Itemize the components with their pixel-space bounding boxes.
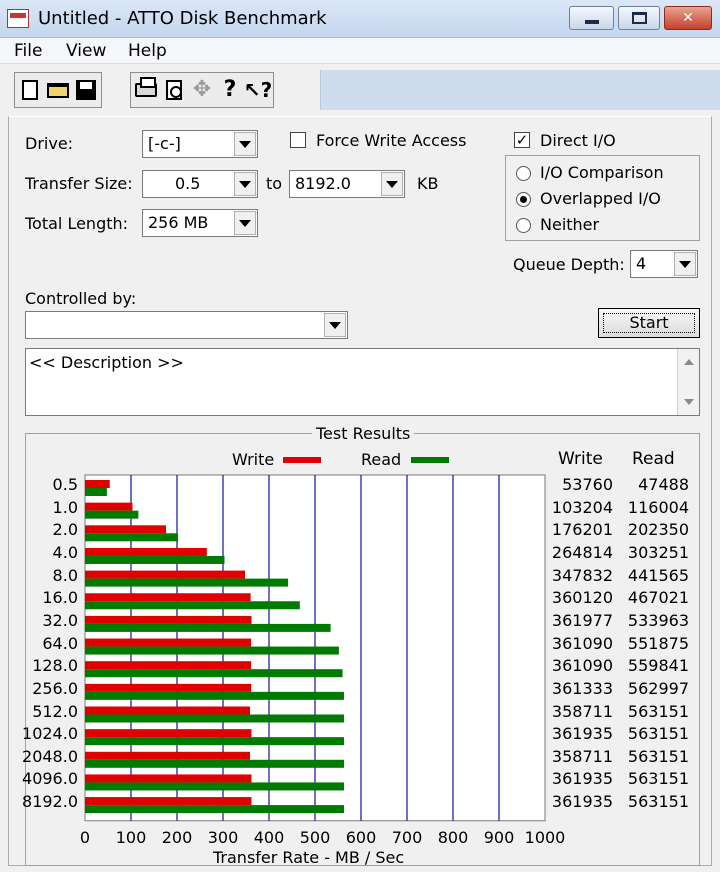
write-bar (85, 593, 251, 602)
transfer-size-label: 1.0 (52, 497, 78, 517)
read-value: 562997 (627, 678, 689, 698)
read-bar (85, 488, 107, 496)
x-tick-label: 0 (79, 828, 91, 847)
app-window: Untitled - ATTO Disk Benchmark ✕ File Vi… (0, 0, 720, 872)
write-bar (85, 774, 252, 783)
read-bar (85, 691, 344, 700)
read-value: 202350 (627, 520, 689, 540)
read-bar (85, 737, 345, 746)
read-bar (85, 578, 289, 587)
x-tick-label: 600 (345, 828, 377, 847)
write-value: 361090 (551, 633, 613, 653)
write-value: 361333 (551, 678, 613, 698)
write-value: 264814 (551, 542, 613, 562)
read-value: 303251 (627, 542, 689, 562)
transfer-size-label: 2048.0 (22, 746, 78, 766)
read-value: 563151 (627, 769, 689, 789)
write-value: 361977 (551, 610, 613, 630)
transfer-size-label: 256.0 (32, 678, 78, 698)
read-bar (85, 782, 345, 791)
transfer-size-label: 16.0 (42, 588, 78, 608)
read-value: 467021 (627, 588, 689, 608)
write-value: 361935 (551, 769, 613, 789)
x-tick-label: 900 (483, 828, 515, 847)
write-value: 361090 (551, 656, 613, 676)
read-bar (85, 533, 179, 542)
write-value: 358711 (551, 746, 613, 766)
write-value: 53760 (562, 475, 613, 494)
read-bar (85, 759, 345, 768)
write-value: 361935 (551, 792, 613, 812)
x-tick-label: 400 (253, 828, 285, 847)
write-bar (85, 502, 133, 511)
transfer-size-label: 8192.0 (22, 792, 78, 812)
x-tick-label: 300 (207, 828, 239, 847)
write-bar (85, 638, 252, 647)
transfer-size-label: 2.0 (52, 520, 78, 540)
read-bar (85, 805, 345, 814)
read-bar (85, 555, 225, 564)
read-value: 441565 (627, 565, 689, 585)
read-value: 563151 (627, 724, 689, 744)
transfer-size-label: 4096.0 (22, 769, 78, 789)
write-value: 176201 (551, 520, 613, 540)
write-bar (85, 480, 110, 488)
write-bar (85, 525, 167, 534)
read-bar (85, 510, 139, 519)
read-bar (85, 623, 331, 632)
read-value: 533963 (627, 610, 689, 630)
transfer-size-label: 8.0 (52, 565, 78, 585)
transfer-size-label: 512.0 (32, 701, 78, 721)
write-bar (85, 751, 251, 760)
read-value: 559841 (627, 656, 689, 676)
transfer-size-label: 4.0 (52, 542, 78, 562)
x-tick-label: 100 (115, 828, 147, 847)
read-value: 563151 (627, 701, 689, 721)
read-value: 47488 (638, 475, 689, 494)
write-bar (85, 661, 252, 670)
write-bar (85, 683, 252, 692)
x-tick-label: 1000 (524, 828, 566, 847)
write-value: 347832 (551, 565, 613, 585)
read-value: 551875 (627, 633, 689, 653)
write-value: 361935 (551, 724, 613, 744)
x-tick-label: 700 (391, 828, 423, 847)
write-bar (85, 797, 252, 806)
transfer-size-label: 64.0 (42, 633, 78, 653)
write-bar (85, 615, 252, 624)
x-tick-label: 500 (299, 828, 331, 847)
write-bar (85, 706, 251, 715)
read-bar (85, 714, 345, 723)
transfer-size-label: 1024.0 (22, 724, 78, 744)
transfer-size-label: 128.0 (32, 656, 78, 676)
write-bar (85, 570, 246, 579)
write-bar (85, 547, 207, 556)
x-tick-label: 200 (161, 828, 193, 847)
read-bar (85, 669, 343, 678)
x-tick-label: 800 (437, 828, 469, 847)
read-bar (85, 601, 300, 610)
write-value: 358711 (551, 701, 613, 721)
read-value: 563151 (627, 792, 689, 812)
write-value: 103204 (551, 497, 613, 517)
x-axis-label: Transfer Rate - MB / Sec (213, 848, 405, 867)
read-value: 563151 (627, 746, 689, 766)
transfer-size-label: 0.5 (52, 475, 78, 494)
write-value: 360120 (551, 588, 613, 608)
read-value: 116004 (627, 497, 689, 517)
read-bar (85, 646, 339, 655)
transfer-size-label: 32.0 (42, 610, 78, 630)
write-bar (85, 729, 252, 738)
